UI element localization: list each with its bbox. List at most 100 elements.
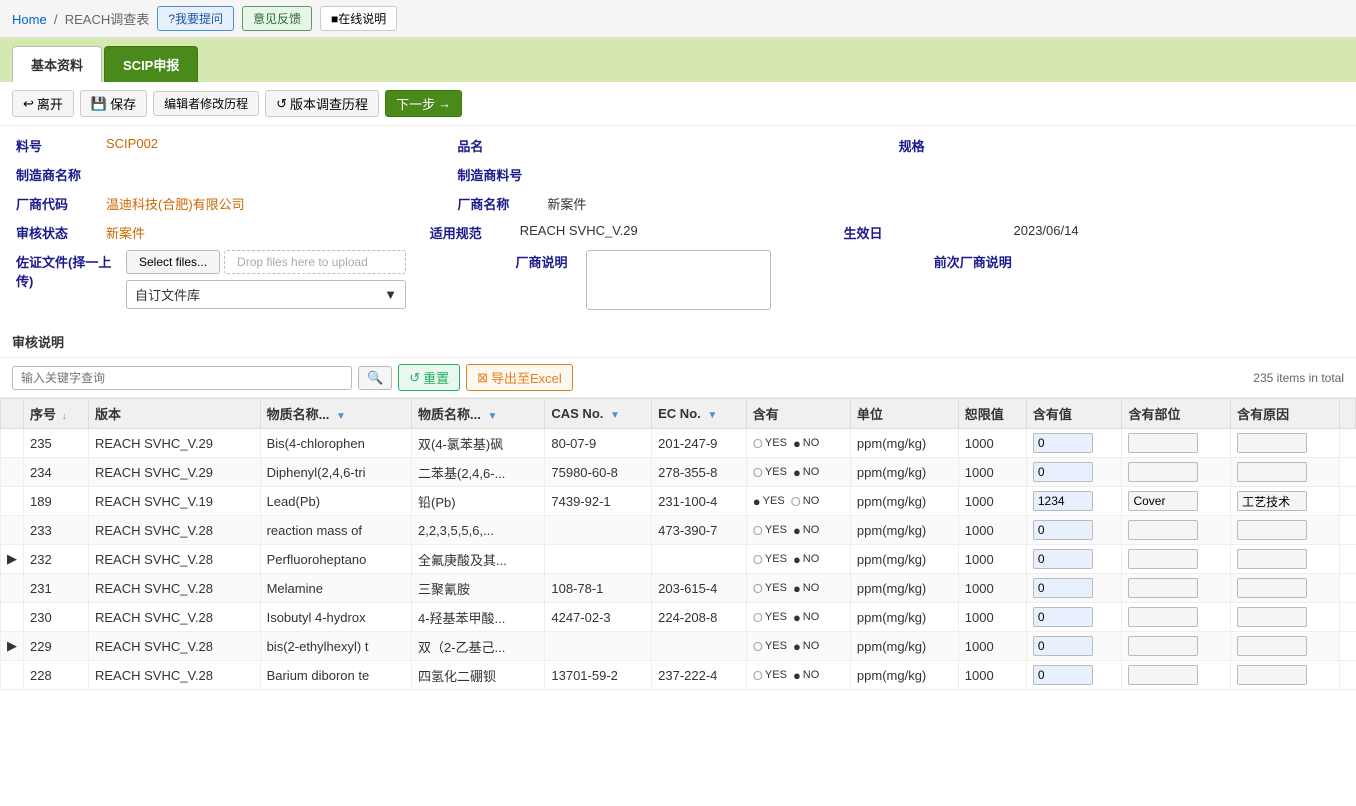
contain-val-input[interactable] <box>1033 491 1093 511</box>
contain-reason-input[interactable] <box>1237 520 1307 540</box>
no-radio[interactable]: O <box>791 494 801 509</box>
expand-icon[interactable]: ▶ <box>7 638 17 653</box>
contain-part-input[interactable] <box>1128 636 1198 656</box>
cell-contain-part[interactable] <box>1122 545 1231 574</box>
cell-contain-val[interactable] <box>1026 487 1122 516</box>
cell-contain-part[interactable] <box>1122 661 1231 690</box>
cell-contain-part[interactable] <box>1122 516 1231 545</box>
yes-radio[interactable]: O <box>753 610 763 625</box>
cell-contain-val[interactable] <box>1026 545 1122 574</box>
contain-reason-input[interactable] <box>1237 549 1307 569</box>
expand-cell[interactable]: ▶ <box>1 545 24 574</box>
yes-radio[interactable]: O <box>753 552 763 567</box>
feedback-button[interactable]: 意见反馈 <box>242 6 312 31</box>
cell-contain-val[interactable] <box>1026 661 1122 690</box>
expand-cell[interactable]: ▶ <box>1 632 24 661</box>
tab-basic[interactable]: 基本资料 <box>12 46 102 82</box>
contain-part-input[interactable] <box>1128 607 1198 627</box>
substance-cn-filter-icon[interactable]: ▼ <box>487 411 497 422</box>
no-radio[interactable]: ● <box>793 465 801 480</box>
export-excel-button[interactable]: ⊠ 导出至Excel <box>466 364 573 391</box>
online-help-button[interactable]: ■在线说明 <box>320 6 397 31</box>
expand-icon[interactable]: ▶ <box>7 551 17 566</box>
ask-question-button[interactable]: ?我要提问 <box>157 6 234 31</box>
contain-reason-input[interactable] <box>1237 607 1307 627</box>
cell-contain-reason[interactable] <box>1231 516 1340 545</box>
no-radio[interactable]: ● <box>793 552 801 567</box>
seq-sort-icon[interactable]: ↓ <box>62 411 67 422</box>
cell-contain-reason[interactable] <box>1231 603 1340 632</box>
cell-contain-reason[interactable] <box>1231 487 1340 516</box>
cell-contain-part[interactable] <box>1122 487 1231 516</box>
cell-contain-reason[interactable] <box>1231 458 1340 487</box>
contain-val-input[interactable] <box>1033 665 1093 685</box>
yes-radio[interactable]: O <box>753 668 763 683</box>
leave-button[interactable]: ↩ 离开 <box>12 90 74 117</box>
reset-button[interactable]: ↺ 重置 <box>398 364 460 391</box>
ec-filter-icon[interactable]: ▼ <box>707 410 717 421</box>
contain-part-input[interactable] <box>1128 578 1198 598</box>
contain-reason-input[interactable] <box>1237 578 1307 598</box>
contain-val-input[interactable] <box>1033 636 1093 656</box>
no-radio[interactable]: ● <box>793 436 801 451</box>
next-step-button[interactable]: 下一步 → <box>385 90 462 117</box>
contain-val-input[interactable] <box>1033 433 1093 453</box>
contain-part-input[interactable] <box>1128 491 1198 511</box>
cell-contain-reason[interactable] <box>1231 429 1340 458</box>
version-history-button[interactable]: ↺ 版本调查历程 <box>265 90 379 117</box>
yes-radio[interactable]: O <box>753 523 763 538</box>
cell-contain-part[interactable] <box>1122 429 1231 458</box>
yes-radio[interactable]: O <box>753 581 763 596</box>
contain-val-input[interactable] <box>1033 462 1093 482</box>
save-button[interactable]: 💾 保存 <box>80 90 147 117</box>
cell-contain-part[interactable] <box>1122 574 1231 603</box>
yes-radio[interactable]: O <box>753 436 763 451</box>
contain-reason-input[interactable] <box>1237 433 1307 453</box>
no-radio[interactable]: ● <box>793 610 801 625</box>
editor-history-button[interactable]: 编辑者修改历程 <box>153 91 259 116</box>
cell-contain-part[interactable] <box>1122 632 1231 661</box>
no-radio[interactable]: ● <box>793 523 801 538</box>
contain-reason-input[interactable] <box>1237 636 1307 656</box>
tab-scip[interactable]: SCIP申报 <box>104 46 198 82</box>
cell-contain-val[interactable] <box>1026 603 1122 632</box>
no-radio[interactable]: ● <box>793 581 801 596</box>
contain-part-input[interactable] <box>1128 520 1198 540</box>
contain-reason-input[interactable] <box>1237 665 1307 685</box>
search-input[interactable] <box>12 366 352 390</box>
cell-contain-reason[interactable] <box>1231 545 1340 574</box>
cell-contain-reason[interactable] <box>1231 574 1340 603</box>
cell-contain-val[interactable] <box>1026 516 1122 545</box>
cell-contain-reason[interactable] <box>1231 632 1340 661</box>
contain-part-input[interactable] <box>1128 549 1198 569</box>
contain-val-input[interactable] <box>1033 520 1093 540</box>
select-files-button[interactable]: Select files... <box>126 250 220 274</box>
yes-radio[interactable]: ● <box>753 494 761 509</box>
contain-part-input[interactable] <box>1128 462 1198 482</box>
cell-contain-part[interactable] <box>1122 458 1231 487</box>
no-radio[interactable]: ● <box>793 639 801 654</box>
contain-part-input[interactable] <box>1128 665 1198 685</box>
contain-val-input[interactable] <box>1033 549 1093 569</box>
yes-radio[interactable]: O <box>753 465 763 480</box>
substance-en-filter-icon[interactable]: ▼ <box>336 411 346 422</box>
file-library-dropdown[interactable]: 自订文件库 ▼ <box>126 280 406 309</box>
cas-filter-icon[interactable]: ▼ <box>610 410 620 421</box>
label-spec: 规格 <box>899 134 989 155</box>
yes-radio[interactable]: O <box>753 639 763 654</box>
contain-reason-input[interactable] <box>1237 462 1307 482</box>
cell-contain-part[interactable] <box>1122 603 1231 632</box>
contain-val-input[interactable] <box>1033 578 1093 598</box>
cell-contain-val[interactable] <box>1026 574 1122 603</box>
cell-contain-val[interactable] <box>1026 458 1122 487</box>
search-button[interactable]: 🔍 <box>358 366 392 390</box>
cell-contain-val[interactable] <box>1026 429 1122 458</box>
contain-val-input[interactable] <box>1033 607 1093 627</box>
contain-part-input[interactable] <box>1128 433 1198 453</box>
cell-contain-reason[interactable] <box>1231 661 1340 690</box>
no-radio[interactable]: ● <box>793 668 801 683</box>
cell-contain-val[interactable] <box>1026 632 1122 661</box>
breadcrumb-home[interactable]: Home <box>12 12 47 27</box>
mfr-note-textarea[interactable] <box>586 250 771 310</box>
contain-reason-input[interactable] <box>1237 491 1307 511</box>
